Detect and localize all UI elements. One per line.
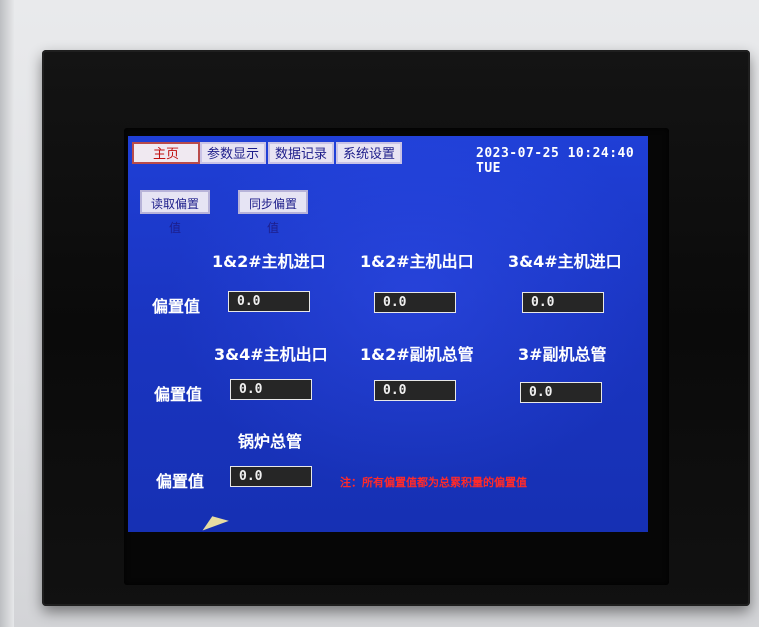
group-label-1-2-aux-manifold: 1&2#副机总管 [360,345,474,364]
group-label-3-4-main-outlet: 3&4#主机出口 [214,345,328,364]
offset-row-label: 偏置值 [152,297,201,316]
offset-field-3-4-main-outlet[interactable]: 0.0 [230,379,312,400]
sync-offset-button[interactable]: 同步偏置值 [238,190,308,235]
hmi-screen: 主页 参数显示 数据记录 系统设置 2023-07-25 10:24:40 TU… [128,136,648,532]
tab-data-record[interactable]: 数据记录 [268,142,334,164]
offset-field-1-2-main-inlet[interactable]: 0.0 [228,291,310,312]
offset-field-boiler-manifold[interactable]: 0.0 [230,466,312,487]
group-label-3-aux-manifold: 3#副机总管 [518,345,607,364]
group-label-boiler-manifold: 锅炉总管 [238,432,303,451]
tab-parameter-display[interactable]: 参数显示 [200,142,266,164]
offset-note: 注：所有偏置值都为总累积量的偏置值 [340,476,527,489]
group-label-1-2-main-outlet: 1&2#主机出口 [360,252,474,271]
cabinet-panel-edge [0,0,14,627]
offset-field-3-aux-manifold[interactable]: 0.0 [520,382,602,403]
offset-row-label: 偏置值 [156,472,205,491]
offset-field-1-2-aux-manifold[interactable]: 0.0 [374,380,456,401]
offset-field-1-2-main-outlet[interactable]: 0.0 [374,292,456,313]
group-label-3-4-main-inlet: 3&4#主机进口 [508,252,622,271]
offset-row-label: 偏置值 [154,385,203,404]
read-offset-button[interactable]: 读取偏置值 [140,190,210,235]
datetime-display: 2023-07-25 10:24:40 TUE [476,146,635,176]
tab-home[interactable]: 主页 [132,142,200,164]
offset-field-3-4-main-inlet[interactable]: 0.0 [522,292,604,313]
tab-system-settings[interactable]: 系统设置 [336,142,402,164]
group-label-1-2-main-inlet: 1&2#主机进口 [212,252,326,271]
